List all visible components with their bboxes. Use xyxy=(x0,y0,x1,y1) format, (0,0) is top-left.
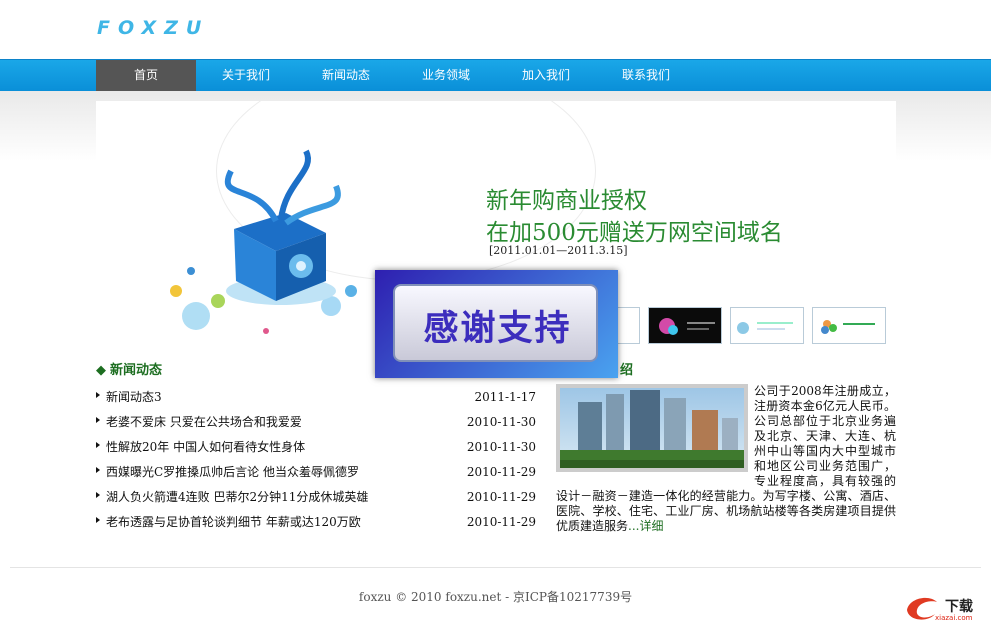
about-photo-spacer xyxy=(556,384,754,476)
thumb-graphic-icon xyxy=(821,320,875,334)
arrow-bullet-icon xyxy=(96,492,100,498)
news-item[interactable]: 湖人负火箭遭4连败 巴蒂尔2分钟11分成休城英雄 2010-11-29 xyxy=(96,488,536,513)
footer-copyright: foxzu © 2010 foxzu.net - 京ICP备10217739号 xyxy=(358,590,633,604)
news-item-date: 2010-11-29 xyxy=(466,490,536,504)
news-item-title[interactable]: 老布透露与足协首轮谈判细节 年薪或达120万欧 xyxy=(106,513,361,531)
promo-subheadline: 在加500元赠送万网空间域名 xyxy=(486,220,783,246)
news-item[interactable]: 性解放20年 中国人如何看待女性身体 2010-11-30 xyxy=(96,438,536,463)
download-site-watermark: 下载 xiazai.com xyxy=(903,592,983,622)
news-item[interactable]: 新闻动态3 2011-1-17 xyxy=(96,388,536,413)
news-item[interactable]: 老婆不爱床 只爱在公共场合和我爱爱 2010-11-30 xyxy=(96,413,536,438)
news-item-date: 2010-11-30 xyxy=(466,415,536,429)
news-list: 新闻动态3 2011-1-17 老婆不爱床 只爱在公共场合和我爱爱 2010-1… xyxy=(96,388,536,538)
nav-item-home[interactable]: 首页 xyxy=(96,60,196,92)
arrow-bullet-icon xyxy=(96,392,100,398)
news-item-date: 2010-11-29 xyxy=(466,465,536,479)
nav-item-news[interactable]: 新闻动态 xyxy=(296,60,396,92)
promo-headline: 新年购商业授权 xyxy=(486,188,647,214)
site-logo[interactable]: FOXZU xyxy=(97,17,237,39)
main-navbar: 首页 关于我们 新闻动态 业务领域 加入我们 联系我们 xyxy=(0,59,991,92)
news-item-date: 2010-11-30 xyxy=(466,440,536,454)
news-item-title[interactable]: 湖人负火箭遭4连败 巴蒂尔2分钟11分成休城英雄 xyxy=(106,488,368,506)
news-item-title[interactable]: 性解放20年 中国人如何看待女性身体 xyxy=(106,438,305,456)
watermark-text: 下载 xyxy=(945,599,973,615)
thumb-graphic-icon xyxy=(659,318,715,335)
news-item-title[interactable]: 西媒曝光C罗推搡瓜帅后言论 他当众羞辱佩德罗 xyxy=(106,463,359,481)
thumb-graphic-icon xyxy=(737,322,793,334)
about-more-link[interactable]: ...详细 xyxy=(628,519,663,533)
arrow-bullet-icon xyxy=(96,442,100,448)
nav-item-business[interactable]: 业务领域 xyxy=(396,60,496,92)
arrow-bullet-icon xyxy=(96,467,100,473)
logo-text: FOXZU xyxy=(97,17,210,39)
diamond-icon: ◆ xyxy=(96,363,106,378)
news-item-date: 2010-11-29 xyxy=(466,515,536,529)
promo-date-range: [2011.01.01—2011.3.15] xyxy=(489,244,628,257)
banner-thumb-2[interactable] xyxy=(648,307,722,344)
banner-thumb-4[interactable] xyxy=(812,307,886,344)
about-description: 公司于2008年注册成立，注册资本金6亿元人民币。公司总部位于北京业务遍及北京、… xyxy=(556,384,896,534)
watermark-subtext: xiazai.com xyxy=(935,614,973,622)
news-item-title[interactable]: 老婆不爱床 只爱在公共场合和我爱爱 xyxy=(106,413,302,431)
nav-item-join[interactable]: 加入我们 xyxy=(496,60,596,92)
thanks-overlay: 感谢支持 xyxy=(375,270,618,378)
about-section-title: 绍 xyxy=(620,363,634,378)
news-item-date: 2011-1-17 xyxy=(474,390,536,404)
thanks-text: 感谢支持 xyxy=(423,309,572,349)
news-section-title-text: 新闻动态 xyxy=(110,363,163,378)
news-item-title[interactable]: 新闻动态3 xyxy=(106,388,162,406)
arrow-bullet-icon xyxy=(96,517,100,523)
arrow-bullet-icon xyxy=(96,417,100,423)
news-item[interactable]: 西媒曝光C罗推搡瓜帅后言论 他当众羞辱佩德罗 2010-11-29 xyxy=(96,463,536,488)
nav-item-about[interactable]: 关于我们 xyxy=(196,60,296,92)
news-item[interactable]: 老布透露与足协首轮谈判细节 年薪或达120万欧 2010-11-29 xyxy=(96,513,536,538)
nav-item-contact[interactable]: 联系我们 xyxy=(596,60,696,92)
banner-thumb-3[interactable] xyxy=(730,307,804,344)
gift-box-illustration xyxy=(170,149,357,334)
thanks-overlay-panel: 感谢支持 xyxy=(393,284,598,362)
footer-divider xyxy=(10,567,981,568)
news-section-title: ◆ 新闻动态 xyxy=(96,359,162,378)
